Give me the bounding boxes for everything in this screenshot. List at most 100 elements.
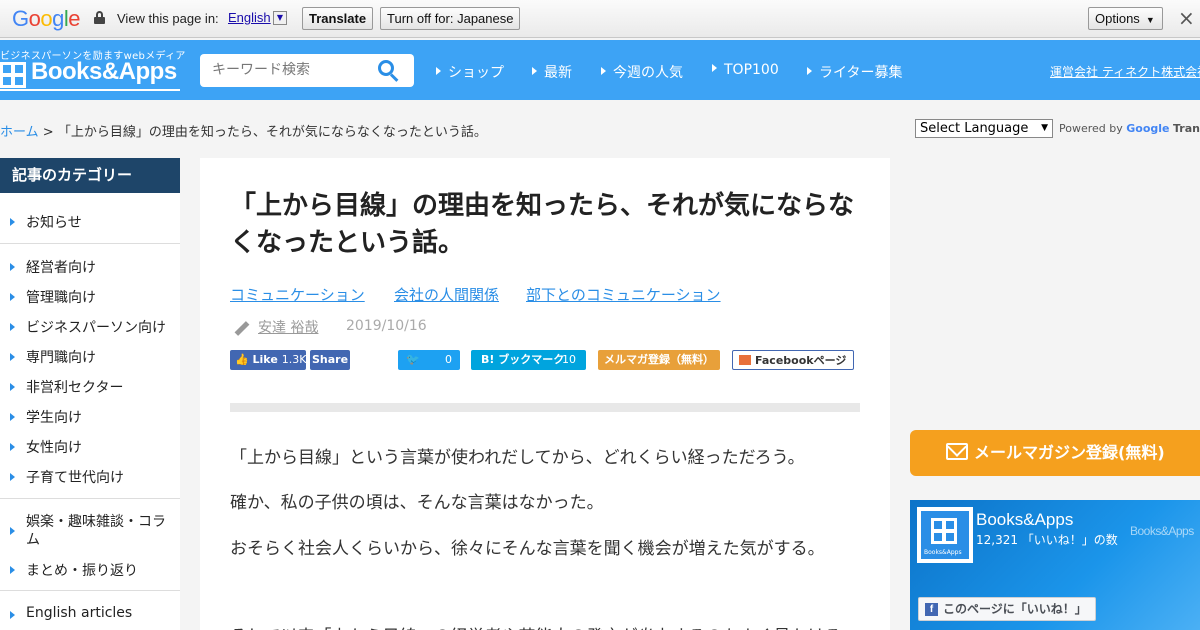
tweet-button[interactable]: 🐦 0 — [398, 350, 460, 370]
facebook-page-button[interactable]: Facebookページ — [732, 350, 854, 370]
mail-icon — [946, 443, 968, 460]
avatar-logo-text: Books&Apps — [924, 549, 962, 556]
facebook-icon: f — [925, 603, 938, 616]
chevron-down-icon[interactable]: ▼ — [273, 11, 287, 25]
page-avatar[interactable]: Books&Apps — [917, 507, 973, 563]
twitter-bird-icon: 🐦 — [406, 353, 420, 366]
sidebar-item-label: 管理職向け — [26, 290, 96, 306]
lock-icon — [94, 11, 105, 24]
nav-label: 今週の人気 — [613, 65, 683, 81]
brand-underline — [0, 89, 180, 91]
hatena-count: 10 — [562, 353, 576, 366]
site-header: ビジネスパーソンを励ますwebメディア Books&Apps ショップ 最新 今… — [0, 40, 1200, 100]
nav-item-latest[interactable]: 最新 — [532, 62, 572, 82]
language-select-label: Select Language — [920, 121, 1029, 136]
company-link[interactable]: 運営会社 ティネクト株式会社 — [1050, 63, 1200, 80]
brand-name[interactable]: Books&Apps — [31, 58, 177, 86]
arrow-right-icon — [10, 218, 15, 226]
article: 「上から目線」の理由を知ったら、それが気にならなくなったという話。 コミュニケー… — [200, 158, 890, 630]
arrow-right-icon — [10, 527, 15, 535]
arrow-right-icon — [10, 473, 15, 481]
sidebar-divider — [0, 498, 180, 499]
breadcrumb: ホーム > 「上から目線」の理由を知ったら、それが気にならなくなったという話。 — [0, 121, 487, 140]
arrow-right-icon — [10, 443, 15, 451]
tag-workplace-relations[interactable]: 会社の人間関係 — [394, 284, 499, 305]
sidebar-item-label: 女性向け — [26, 440, 82, 456]
sidebar-item-label: English articles — [26, 605, 133, 621]
facebook-like-button[interactable]: 👍 Like 1.3K — [230, 350, 307, 370]
sidebar-item-label: 子育て世代向け — [26, 470, 124, 486]
fb-page-name[interactable]: Books&Apps — [976, 510, 1073, 530]
fb-like-count: 1.3K — [281, 353, 307, 366]
category-sidebar: 記事のカテゴリー お知らせ 経営者向け 管理職向け ビジネスパーソン向け 専門職… — [0, 158, 180, 630]
breadcrumb-home-link[interactable]: ホーム — [0, 125, 39, 140]
options-button[interactable]: Options ▼ — [1088, 7, 1163, 30]
translate-button[interactable]: Translate — [302, 7, 374, 30]
nav-item-weekly-popular[interactable]: 今週の人気 — [601, 62, 683, 82]
nav-item-top100[interactable]: TOP100 — [712, 62, 779, 78]
article-title: 「上から目線」の理由を知ったら、それが気にならなくなったという話。 — [230, 191, 855, 258]
nav-item-writer-recruit[interactable]: ライター募集 — [807, 62, 902, 82]
article-paragraph: 確か、私の子供の頃は、そんな言葉はなかった。 — [230, 493, 604, 513]
mail-magazine-label: メールマガジン登録(無料) — [974, 443, 1165, 462]
arrow-right-icon — [10, 611, 15, 619]
facebook-share-button[interactable]: Share — [310, 350, 350, 370]
tag-communication[interactable]: コミュニケーション — [230, 284, 365, 305]
article-paragraph: そして以来「上から目線」の経営者や芸能人の発言が炎上するのもよく見かける — [230, 622, 842, 630]
turn-off-translation-button[interactable]: Turn off for: Japanese — [380, 7, 521, 30]
sidebar-item-label: 非営利セクター — [26, 380, 124, 396]
mail-magazine-button[interactable]: メールマガジン登録(無料) — [910, 430, 1200, 476]
translate-wordmark: Translate — [1173, 122, 1200, 135]
hatena-label: B! ブックマーク — [481, 353, 565, 366]
options-label: Options — [1095, 11, 1140, 26]
publish-date: 2019/10/16 — [346, 318, 427, 334]
nav-arrow-icon — [532, 67, 537, 75]
sidebar-item-label: 学生向け — [26, 410, 82, 426]
language-select[interactable]: Select Language ▼ — [915, 119, 1053, 138]
arrow-right-icon — [10, 323, 15, 331]
arrow-right-icon — [10, 353, 15, 361]
tweet-count: 0 — [445, 353, 452, 366]
nav-item-shop[interactable]: ショップ — [436, 62, 504, 82]
breadcrumb-separator: > — [42, 125, 54, 140]
nav-label: TOP100 — [724, 62, 779, 78]
nav-label: 最新 — [544, 65, 572, 81]
nav-label: ライター募集 — [819, 65, 903, 81]
arrow-right-icon — [10, 383, 15, 391]
article-paragraph: おそらく社会人くらいから、徐々にそんな言葉を聞く機会が増えた気がする。 — [230, 539, 825, 559]
brand-logo-icon[interactable] — [0, 62, 26, 88]
facebook-page-widget: Books&Apps Books&Apps 12,321 「いいね！」の数 Bo… — [910, 500, 1200, 630]
article-paragraph: 「上から目線」という言葉が使われだしてから、どれくらい経っただろう。 — [230, 448, 805, 468]
fb-like-count: 12,321 「いいね！」の数 — [976, 533, 1118, 547]
fb-like-label: Like — [252, 353, 278, 366]
sidebar-item-label: 経営者向け — [26, 260, 96, 276]
search-icon[interactable] — [378, 60, 400, 82]
pencil-icon — [232, 319, 250, 337]
hatena-bookmark-button[interactable]: B! ブックマーク 10 — [471, 350, 586, 370]
article-divider — [230, 403, 860, 412]
arrow-right-icon — [10, 566, 15, 574]
chevron-down-icon: ▼ — [1041, 123, 1048, 133]
mailmag-register-button[interactable]: メルマガ登録（無料） — [598, 350, 720, 370]
author-link[interactable]: 安達 裕哉 — [258, 317, 318, 337]
target-language-select[interactable]: English — [228, 10, 271, 25]
nav-arrow-icon — [601, 67, 606, 75]
flag-icon — [739, 355, 751, 365]
like-this-page-button[interactable]: f このページに「いいね！」 — [918, 597, 1096, 621]
powered-by-google: Powered by Google Translate — [1059, 122, 1200, 135]
sidebar-item-label: お知らせ — [26, 215, 82, 231]
nav-label: ショップ — [448, 65, 504, 81]
like-page-label: このページに「いいね！」 — [943, 602, 1087, 616]
sidebar-divider — [0, 590, 180, 591]
search-input[interactable] — [212, 60, 372, 80]
fb-page-label: Facebookページ — [755, 354, 847, 367]
sidebar-item-label: まとめ・振り返り — [26, 563, 138, 579]
arrow-right-icon — [10, 413, 15, 421]
close-icon[interactable]: × — [1178, 7, 1195, 29]
sidebar-item-label: 娯楽・趣味雑談・コラム — [26, 514, 166, 548]
nav-arrow-icon — [712, 64, 717, 72]
sidebar-item-label: 専門職向け — [26, 350, 96, 366]
google-logo: Google — [12, 6, 81, 31]
tag-subordinate-communication[interactable]: 部下とのコミュニケーション — [526, 284, 721, 305]
nav-arrow-icon — [807, 67, 812, 75]
